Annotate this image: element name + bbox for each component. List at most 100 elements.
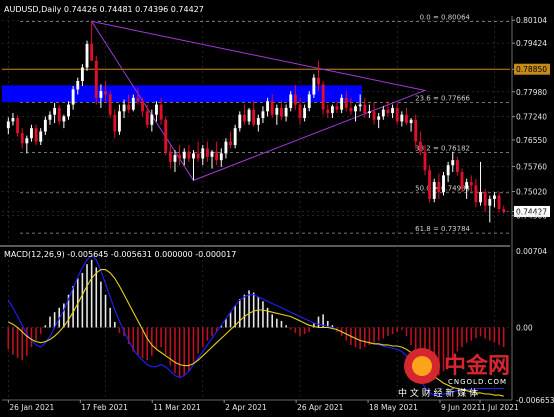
candle-body [247,109,251,122]
candle-body [381,109,385,117]
candle-body [178,155,182,159]
candle-body [344,97,348,108]
candle-body [252,109,256,125]
candle-body [418,141,422,152]
candle-body [479,192,482,203]
candle-body [192,153,195,159]
price-axis-label: 0.75020 [516,187,547,196]
candle-body [164,119,168,152]
candle-body [80,67,84,82]
candle-body [465,182,469,189]
candle-body [34,128,38,142]
candle-body [159,104,163,120]
macd-axis-label: -0.006653 [516,396,554,405]
macd-title: MACD(12,26,9) -0.005645 -0.005631 0.0000… [4,250,236,259]
candle-body [372,111,376,120]
candle-body [386,109,390,114]
candle-body [423,151,427,171]
price-axis-label: 0.74300 [516,212,547,221]
candle-body [224,141,228,154]
candle-body [155,104,158,115]
time-axis-label: 26 Apr 2021 [297,403,344,412]
candle-body [377,116,381,120]
price-axis-label: 0.77240 [516,113,547,122]
hline-price-label: 0.78850 [516,65,547,74]
candle-body [43,119,47,132]
panel-divider[interactable] [0,245,510,247]
price-axis-label: 0.76550 [516,136,547,145]
candle-body [62,116,66,122]
candle-body [474,185,478,203]
candle-body [53,107,57,115]
chart-canvas[interactable]: 0.0 = 0.80064 23.6 = 0.77666 38.2 = 0.7618… [0,0,554,413]
time-axis-label: 9 Jun 2021 [441,403,482,412]
cngold-logo-inner [412,356,432,376]
candle-body [363,104,367,114]
candle-body [57,107,61,122]
candle-body [330,106,334,114]
price-axis-label: 0.77980 [516,88,547,97]
fib-level-label: 38.2 = 0.76182 [415,144,470,152]
candle-body [293,94,297,105]
candle-body [317,77,320,85]
candle-body [446,165,450,176]
watermark-domain: CNGOLD.COM [448,378,507,386]
candle-body [173,155,177,162]
candle-body [460,171,464,189]
candle-body [168,151,172,162]
time-axis-label: 18 May 2021 [369,403,418,412]
candle-body [20,133,24,144]
candle-body [400,114,404,122]
watermark-brand: 中金网 [444,353,510,379]
candle-body [492,195,496,199]
chart-header-text: AUDUSD,Daily 0.74426 0.74481 0.74396 0.7… [4,5,204,14]
candle-body [354,106,357,112]
candle-body [25,138,29,144]
candle-body [94,60,98,98]
time-axis-label: 26 Jan 2021 [9,403,54,412]
candle-body [469,182,473,186]
time-axis-label: 2 Apr 2021 [225,403,267,412]
candle-body [145,111,149,125]
candle-body [76,81,80,90]
candle-body [108,94,112,115]
candle-body [113,114,117,132]
candle-body [497,195,501,209]
candle-body [122,104,126,112]
candle-body [71,89,75,105]
price-axis-label: 0.75760 [516,163,547,172]
candle-body [428,170,432,199]
macd-axis-label: 0.00704 [516,247,547,256]
candle-body [280,107,283,117]
candle-body [326,109,330,114]
candle-body [117,111,121,132]
time-axis-label: 11 Mar 2021 [153,403,201,412]
candle-body [136,97,140,102]
candle-body [187,151,191,159]
candle-body [455,160,459,172]
fib-level-label: 23.6 = 0.77666 [415,94,470,102]
candle-body [442,175,445,193]
candle-body [30,128,33,139]
candle-body [395,107,399,122]
candle-body [11,118,15,122]
candle-body [307,94,311,108]
chart-background [0,0,554,413]
candle-body [6,121,10,129]
candle-body [340,97,344,110]
candle-body [67,104,70,117]
candle-body [201,148,205,159]
watermark-slogan: 中 文 财 经 新 媒 体 [398,387,478,399]
candle-body [275,107,279,115]
candle-body [205,148,209,157]
candle-body [90,43,94,61]
trading-chart[interactable]: 0.0 = 0.80064 23.6 = 0.77666 38.2 = 0.7618… [0,0,554,413]
candle-body [215,151,219,161]
candle-body [131,97,135,110]
candle-body [391,107,395,114]
candle-body [298,104,302,119]
candle-body [409,119,413,124]
candle-body [229,141,232,145]
candle-body [488,198,492,206]
candle-body [127,104,131,110]
